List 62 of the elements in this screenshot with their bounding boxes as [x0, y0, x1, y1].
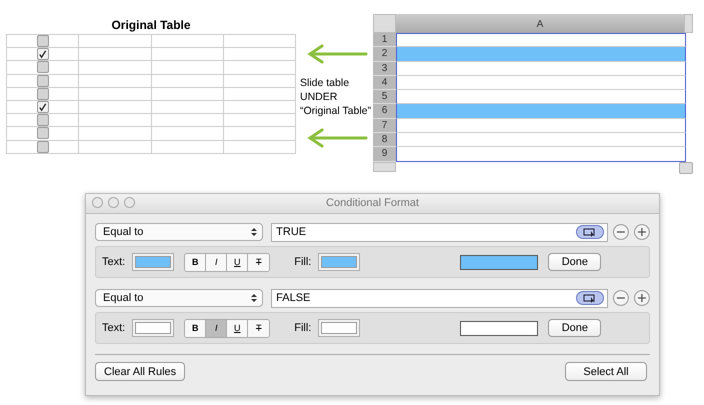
value-field[interactable]: FALSE — [271, 288, 608, 308]
checkbox[interactable] — [36, 140, 49, 153]
done-button[interactable]: Done — [548, 253, 602, 271]
style-button[interactable]: T — [248, 320, 270, 336]
text-label: Text: — [102, 256, 126, 268]
clear-all-rules-button[interactable]: Clear All Rules — [95, 362, 186, 381]
minus-icon[interactable] — [613, 224, 630, 240]
style-button[interactable]: B — [185, 320, 206, 336]
style-button[interactable]: I — [206, 320, 228, 336]
condition-dropdown[interactable]: Equal to — [95, 223, 264, 241]
checkbox[interactable] — [36, 74, 49, 87]
checkbox[interactable] — [36, 88, 49, 100]
row-header[interactable]: 3 — [373, 62, 396, 76]
up-down-arrows-icon — [251, 227, 258, 237]
style-button[interactable]: U — [227, 254, 248, 270]
checkbox[interactable] — [36, 61, 49, 74]
corner-handle[interactable] — [373, 14, 396, 33]
color-well[interactable] — [318, 253, 360, 271]
style-button[interactable]: B — [185, 254, 206, 270]
style-button[interactable]: I — [206, 254, 228, 270]
minimize-button[interactable] — [108, 197, 119, 208]
checkbox[interactable] — [36, 101, 49, 114]
plus-icon[interactable] — [634, 224, 650, 240]
color-well[interactable] — [132, 253, 174, 271]
note-text: Slide table UNDER “Original Table” — [300, 76, 372, 118]
close-button[interactable] — [92, 197, 103, 208]
row-header[interactable]: 7 — [373, 118, 396, 134]
up-down-arrows-icon — [251, 293, 258, 303]
checkbox[interactable] — [36, 127, 49, 140]
arrow-icon — [306, 128, 368, 148]
window-title: Conditional Format — [325, 196, 420, 211]
cell-picker-icon[interactable] — [576, 291, 604, 305]
color-well[interactable] — [318, 319, 360, 337]
style-button[interactable]: T — [248, 254, 270, 270]
select-all-button[interactable]: Select All — [565, 362, 647, 381]
row-header[interactable]: 6 — [373, 104, 396, 119]
minus-icon[interactable] — [613, 290, 630, 306]
fill-label: Fill: — [294, 322, 312, 334]
row-header[interactable]: 5 — [373, 90, 396, 104]
table-title: Original Table — [110, 17, 192, 34]
zoom-button[interactable] — [124, 197, 135, 208]
cell-picker-icon[interactable] — [576, 225, 604, 239]
resize-handle[interactable] — [679, 162, 693, 174]
row-header[interactable]: 2 — [373, 47, 396, 62]
checkbox[interactable] — [36, 48, 49, 60]
value-field[interactable]: TRUE — [271, 222, 608, 242]
color-well[interactable] — [132, 319, 174, 337]
done-button[interactable]: Done — [548, 319, 602, 337]
checkbox[interactable] — [36, 114, 49, 126]
row-header[interactable]: 8 — [373, 133, 396, 148]
style-button[interactable]: U — [227, 320, 248, 336]
row-header[interactable]: 4 — [373, 76, 396, 90]
checkbox[interactable] — [36, 35, 49, 48]
condition-dropdown[interactable]: Equal to — [95, 289, 264, 307]
row-header[interactable]: 1 — [373, 33, 396, 48]
text-label: Text: — [102, 322, 126, 334]
fill-label: Fill: — [294, 256, 312, 268]
corner-handle[interactable] — [373, 162, 396, 172]
resize-handle[interactable] — [684, 14, 693, 33]
row-header[interactable]: 9 — [373, 147, 396, 162]
arrow-icon — [306, 44, 368, 64]
plus-icon[interactable] — [634, 290, 650, 306]
